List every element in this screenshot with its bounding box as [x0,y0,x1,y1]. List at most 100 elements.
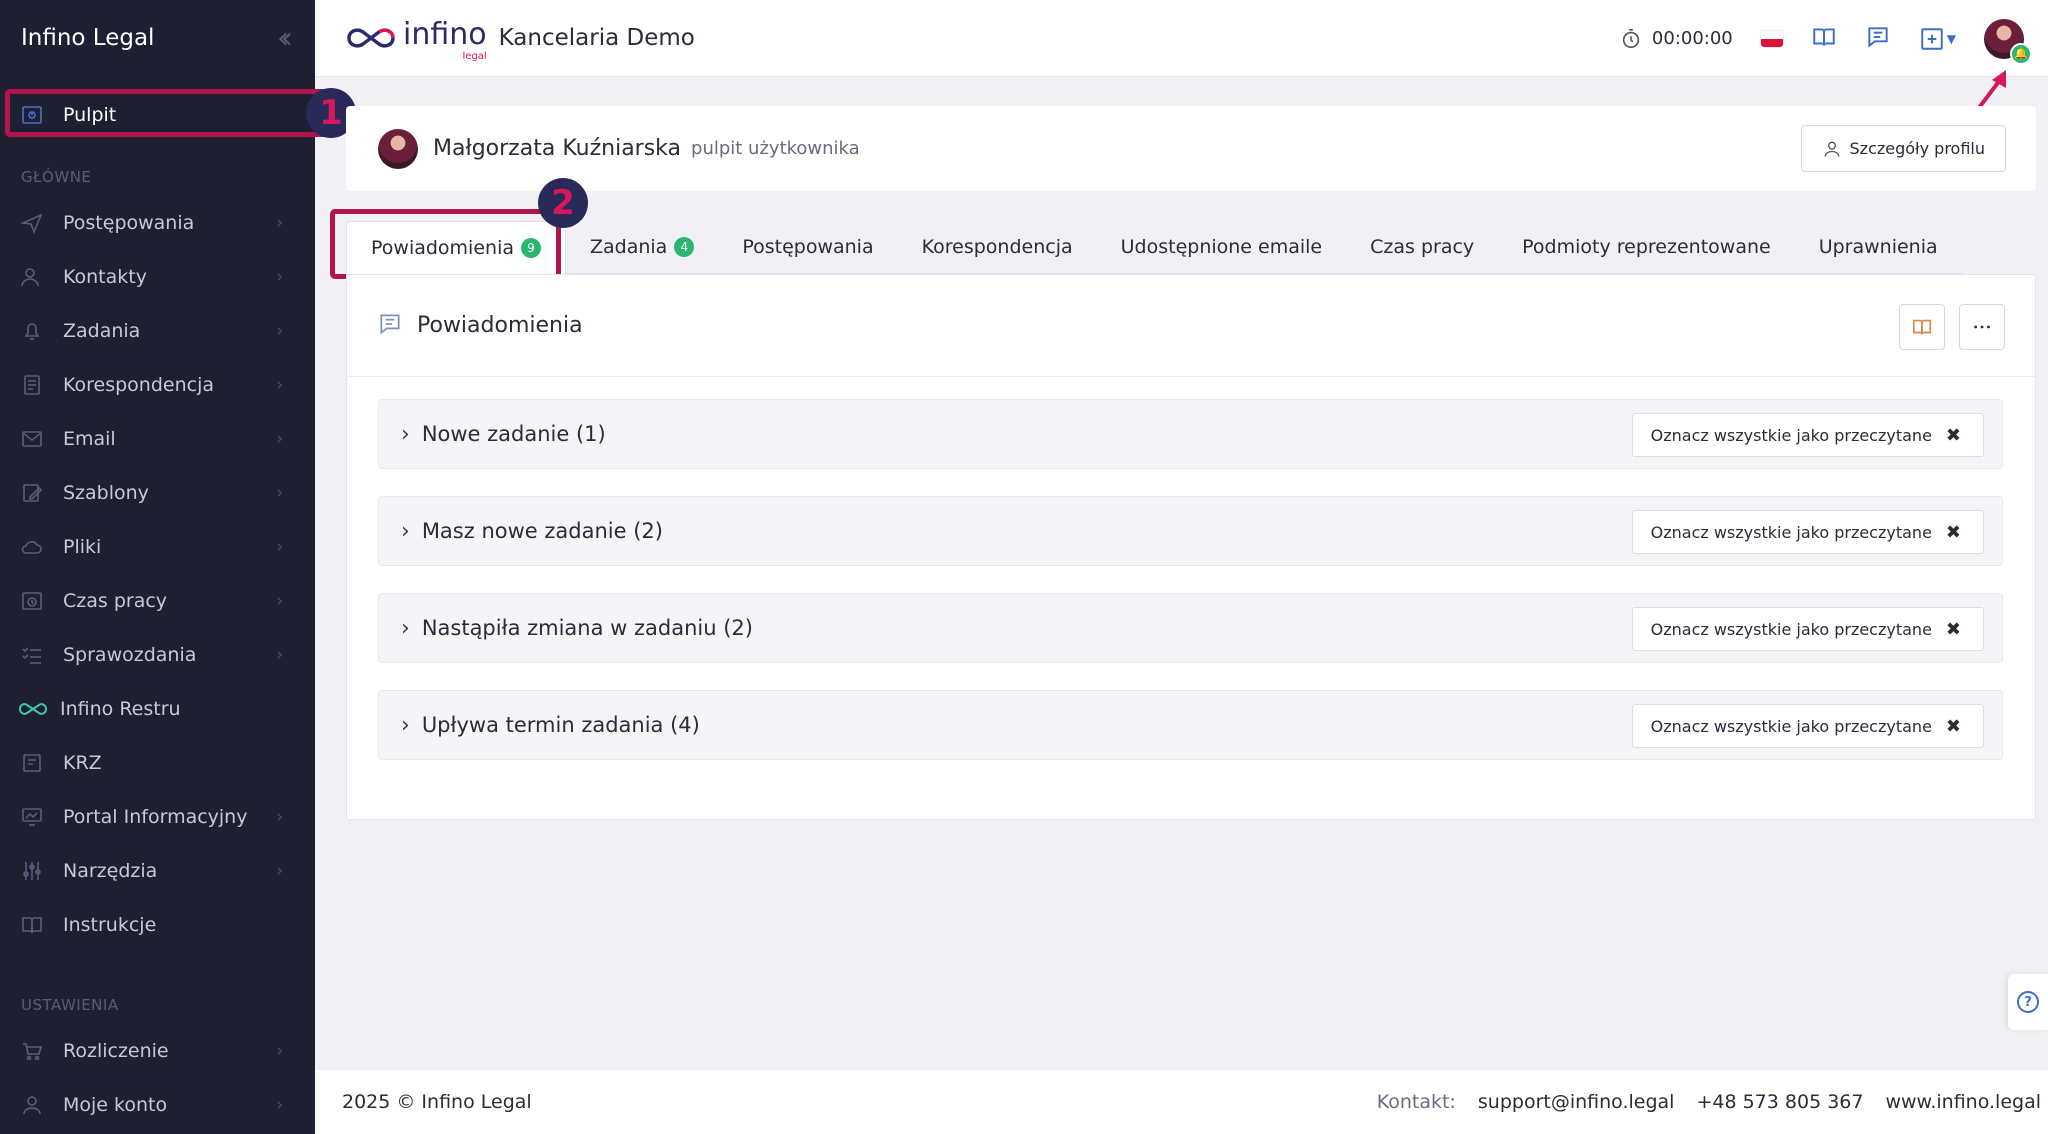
notification-group[interactable]: › Nowe zadanie (1) Oznacz wszystkie jako… [378,399,2003,469]
send-icon [20,211,44,235]
chat-icon[interactable] [1865,24,1891,54]
monitor-icon [20,805,44,829]
mark-all-read-button[interactable]: Oznacz wszystkie jako przeczytane ✖ [1631,510,1984,554]
sidebar-item-szablony[interactable]: Szablony › [0,466,315,520]
sidebar-item-label: Infino Restru [60,698,181,720]
chevron-right-icon: › [276,537,283,557]
more-options-button[interactable] [1959,304,2005,350]
chevron-right-icon[interactable]: › [401,422,410,447]
sidebar-item-zadania[interactable]: Zadania › [0,304,315,358]
mark-all-read-label: Oznacz wszystkie jako przeczytane [1650,522,1932,542]
notification-group[interactable]: › Masz nowe zadanie (2) Oznacz wszystkie… [378,496,2003,566]
document-icon [20,373,44,397]
sidebar-item-rozliczenie[interactable]: Rozliczenie › [0,1024,315,1078]
profile-details-button[interactable]: Szczegóły profilu [1800,125,2006,172]
chevron-right-icon[interactable]: › [401,519,410,544]
sidebar-item-label: Moje konto [63,1094,168,1116]
help-button[interactable]: ? [2008,974,2048,1030]
mark-all-read-button[interactable]: Oznacz wszystkie jako przeczytane ✖ [1631,704,1984,748]
sidebar-item-label: Narzędzia [63,860,158,882]
mark-all-read-label: Oznacz wszystkie jako przeczytane [1650,425,1932,445]
tab-count-badge: 4 [674,237,695,257]
footer-contact-label: Kontakt: [1376,1091,1456,1113]
tab-korespondencja[interactable]: Korespondencja [897,221,1097,274]
bell-icon [20,319,44,343]
sidebar-item-instrukcje[interactable]: Instrukcje [0,898,315,952]
footer-email-link[interactable]: support@infino.legal [1478,1091,1675,1113]
sidebar-item-label: KRZ [63,752,102,774]
footer-phone[interactable]: +48 573 805 367 [1696,1091,1863,1113]
sidebar-item-narzedzia[interactable]: Narzędzia › [0,844,315,898]
chevron-right-icon: › [276,1095,283,1115]
sidebar-item-sprawozdania[interactable]: Sprawozdania › [0,628,315,682]
user-avatar[interactable]: 🔔 [1984,18,2032,65]
tab-label: Udostępnione emaile [1120,236,1323,258]
sidebar-item-label: Szablony [63,482,149,504]
profile-name: Małgorzata Kuźniarska [433,136,682,161]
collapse-sidebar-icon[interactable]: ‹‹ [277,21,293,56]
profile-header: Małgorzata Kuźniarska pulpit użytkownika… [346,106,2036,191]
notification-bell-icon[interactable]: 🔔 [2010,42,2032,65]
sidebar-item-krz[interactable]: KRZ [0,736,315,790]
notification-group-title: Masz nowe zadanie (2) [421,519,663,543]
notification-group[interactable]: › Nastąpiła zmiana w zadaniu (2) Oznacz … [378,593,2003,663]
book-icon [20,913,44,937]
step-badge-2: 2 [538,178,588,228]
tab-udostepnione-emaile[interactable]: Udostępnione emaile [1096,221,1347,274]
tab-podmioty-reprezentowane[interactable]: Podmioty reprezentowane [1498,221,1795,274]
notification-group-title: Upływa termin zadania (4) [421,713,700,737]
tab-postepowania[interactable]: Postępowania [718,221,898,274]
sidebar-item-postepowania[interactable]: Postępowania › [0,196,315,250]
sidebar-item-korespondencja[interactable]: Korespondencja › [0,358,315,412]
tab-zadania[interactable]: Zadania 4 [566,221,719,274]
chevron-right-icon: › [276,861,283,881]
sidebar-item-kontakty[interactable]: Kontakty › [0,250,315,304]
chevron-right-icon: › [276,267,283,287]
tab-label: Czas pracy [1370,236,1475,258]
footer-website-link[interactable]: www.infino.legal [1885,1091,2041,1113]
user-icon [20,1093,44,1117]
sidebar-item-email[interactable]: Email › [0,412,315,466]
sidebar-item-portal-informacyjny[interactable]: Portal Informacyjny › [0,790,315,844]
sidebar-item-moje-konto[interactable]: Moje konto › [0,1078,315,1132]
footer-copyright: 2025 © Infino Legal [342,1091,532,1113]
cloud-icon [20,535,44,559]
sidebar-item-pliki[interactable]: Pliki › [0,520,315,574]
polish-flag-icon[interactable] [1760,30,1783,47]
chevron-right-icon[interactable]: › [401,713,410,738]
tab-label: Uprawnienia [1818,236,1938,258]
tab-label: Zadania [590,236,668,258]
work-timer[interactable]: 00:00:00 [1620,28,1733,50]
footer: 2025 © Infino Legal Kontakt: support@inf… [315,1070,2048,1134]
sidebar-item-infino-restru[interactable]: Infino Restru [0,682,315,736]
mark-all-read-button[interactable]: Oznacz wszystkie jako przeczytane ✖ [1631,413,1984,457]
close-icon: ✖ [1945,618,1961,640]
close-icon: ✖ [1945,424,1961,446]
notification-group-title: Nastąpiła zmiana w zadaniu (2) [421,616,753,640]
notifications-panel: Powiadomienia › Nowe zadanie (1) Oznacz … [346,274,2036,820]
mark-all-read-label: Oznacz wszystkie jako przeczytane [1650,716,1932,736]
sidebar-item-czas-pracy[interactable]: Czas pracy › [0,574,315,628]
notification-group[interactable]: › Upływa termin zadania (4) Oznacz wszys… [378,690,2003,760]
app-title: Infino Legal [21,25,155,51]
infinity-logo-icon [347,28,395,48]
mark-all-read-button[interactable]: Oznacz wszystkie jako przeczytane ✖ [1631,607,1984,651]
brand-logo[interactable]: infino legal [343,17,487,62]
add-new-dropdown-icon[interactable]: ▼ [1919,26,1956,52]
tab-czas-pracy[interactable]: Czas pracy [1346,221,1499,274]
highlight-pulpit [5,89,330,137]
sidebar-item-label: Email [63,428,116,450]
sidebar-item-label: Pliki [63,536,102,558]
infinity-icon [16,697,50,721]
tab-label: Korespondencja [921,236,1073,258]
sidebar-section-settings: USTAWIENIA [21,996,119,1014]
chevron-right-icon[interactable]: › [401,616,410,641]
help-book-button[interactable] [1899,304,1945,350]
timer-value: 00:00:00 [1651,28,1733,49]
notification-group-title: Nowe zadanie (1) [421,422,606,446]
book-icon[interactable] [1811,24,1837,54]
more-horizontal-icon [1974,325,1990,329]
folder-icon [20,751,44,775]
chevron-right-icon: › [276,807,283,827]
tab-uprawnienia[interactable]: Uprawnienia [1794,221,1962,274]
